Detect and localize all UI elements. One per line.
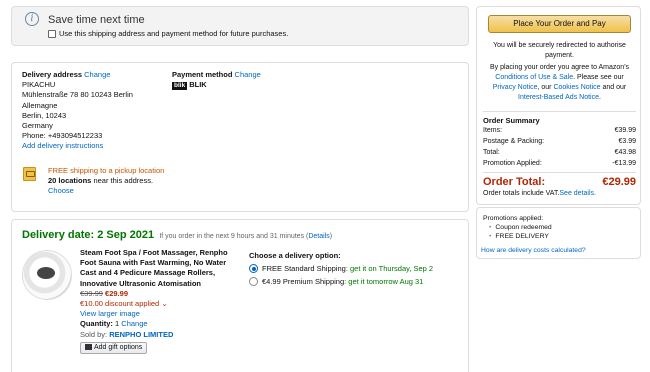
view-larger-image-link[interactable]: View larger image bbox=[80, 309, 140, 318]
add-delivery-instructions-link[interactable]: Add delivery instructions bbox=[22, 141, 103, 150]
payment-method-label: Payment method bbox=[172, 70, 233, 79]
standard-shipping-radio[interactable] bbox=[249, 264, 258, 273]
delivery-details-link[interactable]: Details bbox=[308, 233, 329, 240]
summary-row-items: Items: €39.99 bbox=[483, 127, 636, 134]
legal-note: By placing your order you agree to Amazo… bbox=[483, 63, 636, 103]
privacy-notice-link[interactable]: Privacy Notice bbox=[493, 84, 538, 91]
delivery-note-text: If you order in the next 9 hours and 31 … bbox=[159, 233, 309, 240]
interest-based-ads-link[interactable]: Interest-Based Ads Notice bbox=[518, 94, 599, 101]
address-line-country: Germany bbox=[22, 121, 53, 131]
legal-mid3: and our bbox=[602, 84, 627, 91]
order-total-value: €29.99 bbox=[602, 176, 636, 188]
legal-mid1: . Please see our bbox=[573, 74, 624, 81]
payment-method-section: Payment method Change blik BLIK bbox=[172, 70, 261, 91]
shipping-option-standard[interactable]: FREE Standard Shipping: get it on Thursd… bbox=[249, 263, 433, 274]
promotions-list: Coupon redeemed FREE DELIVERY bbox=[483, 223, 552, 241]
vat-details-link[interactable]: See details. bbox=[559, 190, 596, 197]
delivery-address-label: Delivery address bbox=[22, 70, 83, 79]
quantity-value: 1 bbox=[115, 319, 120, 329]
info-icon: i bbox=[25, 12, 39, 26]
change-quantity-link[interactable]: Change bbox=[121, 319, 147, 328]
delivery-note: If you order in the next 9 hours and 31 … bbox=[159, 233, 332, 240]
summary-row-total: Total: €43.98 bbox=[483, 149, 636, 156]
summary-value: -€13.99 bbox=[612, 160, 636, 167]
summary-label: Promotion Applied: bbox=[483, 160, 542, 167]
shipping-options: Choose a delivery option: FREE Standard … bbox=[249, 250, 433, 287]
address-payment-box: Delivery address Change PIKACHU Mühlenst… bbox=[11, 62, 469, 212]
cookies-notice-link[interactable]: Cookies Notice bbox=[553, 84, 600, 91]
summary-row-promotion: Promotion Applied: -€13.99 bbox=[483, 160, 636, 167]
summary-value: €39.99 bbox=[614, 127, 636, 134]
seller-name[interactable]: RENPHO LIMITED bbox=[109, 330, 173, 339]
product-image[interactable] bbox=[22, 250, 72, 300]
product-details: Steam Foot Spa / Foot Massager, Renpho F… bbox=[80, 248, 240, 354]
address-line-phone: Phone: +493094512233 bbox=[22, 131, 103, 141]
order-summary-box: Place Your Order and Pay You will be sec… bbox=[476, 6, 641, 205]
divider bbox=[483, 111, 636, 112]
save-title: Save time next time bbox=[48, 14, 145, 26]
summary-label: Postage & Packing: bbox=[483, 138, 545, 145]
place-order-button[interactable]: Place Your Order and Pay bbox=[488, 15, 631, 33]
delivery-box: Delivery date: 2 Sep 2021 If you order i… bbox=[11, 219, 469, 372]
address-line-city: Berlin, 10243 bbox=[22, 110, 67, 120]
change-payment-link[interactable]: Change bbox=[235, 70, 261, 79]
summary-value: €3.99 bbox=[618, 138, 636, 145]
product-title: Steam Foot Spa / Foot Massager, Renpho F… bbox=[80, 248, 228, 288]
delivery-costs-link[interactable]: How are delivery costs calculated? bbox=[481, 247, 586, 254]
standard-shipping-eta: : get it on Thursday, Sep 2 bbox=[345, 264, 434, 273]
standard-shipping-label: FREE Standard Shipping bbox=[262, 264, 346, 273]
gift-button-label: Add gift options bbox=[94, 343, 143, 351]
promotion-item: FREE DELIVERY bbox=[489, 232, 552, 241]
product-price: €29.99 bbox=[105, 288, 128, 298]
payment-method-name: BLIK bbox=[189, 80, 207, 90]
premium-shipping-label: €4.99 Premium Shipping bbox=[262, 277, 345, 286]
gift-icon bbox=[85, 343, 92, 350]
delivery-date: Delivery date: 2 Sep 2021 bbox=[22, 229, 155, 241]
shipping-options-heading: Choose a delivery option: bbox=[249, 251, 341, 260]
address-line-name: PIKACHU bbox=[22, 80, 56, 90]
premium-shipping-eta: : get it tomorrow Aug 31 bbox=[344, 277, 424, 286]
delivery-header: Delivery date: 2 Sep 2021 If you order i… bbox=[22, 229, 332, 241]
blik-logo: blik bbox=[172, 82, 188, 91]
choose-pickup-link[interactable]: Choose bbox=[48, 186, 74, 195]
delivery-note-end: ) bbox=[329, 233, 333, 240]
summary-label: Items: bbox=[483, 127, 503, 134]
change-address-link[interactable]: Change bbox=[84, 70, 110, 79]
discount-applied[interactable]: €10.00 discount applied ⌄ bbox=[80, 299, 240, 309]
summary-value: €43.98 bbox=[614, 149, 636, 156]
legal-mid2: , our bbox=[537, 84, 552, 91]
promotions-title: Promotions applied: bbox=[483, 215, 544, 222]
pickup-location-icon bbox=[23, 167, 36, 181]
legal-prefix: By placing your order you agree to Amazo… bbox=[489, 64, 630, 71]
promotion-item: Coupon redeemed bbox=[489, 223, 551, 232]
order-total-label: Order Total: bbox=[483, 176, 546, 188]
conditions-of-use-link[interactable]: Conditions of Use & Sale bbox=[495, 74, 573, 81]
premium-shipping-radio[interactable] bbox=[249, 277, 258, 286]
order-summary-title: Order Summary bbox=[483, 116, 540, 125]
summary-label: Total: bbox=[483, 149, 500, 156]
address-line-street: Mühlenstraße 78 80 10243 Berlin bbox=[22, 90, 133, 100]
order-total: Order Total: €29.99 bbox=[483, 176, 636, 188]
sold-by-label: Sold by: bbox=[80, 329, 108, 339]
delivery-address-section: Delivery address Change PIKACHU Mühlenst… bbox=[22, 70, 133, 152]
pickup-offer-text: FREE shipping to a pickup location bbox=[48, 166, 165, 175]
pickup-offer: FREE shipping to a pickup location 20 lo… bbox=[48, 166, 188, 197]
vat-note-text: Order totals include VAT. bbox=[483, 190, 560, 197]
quantity-label: Quantity: bbox=[80, 319, 113, 329]
save-checkbox-label[interactable]: Use this shipping address and payment me… bbox=[59, 29, 288, 38]
redirect-note: You will be securely redirected to autho… bbox=[493, 42, 626, 59]
promotions-section: Promotions applied: Coupon redeemed FREE… bbox=[483, 214, 552, 241]
divider bbox=[483, 172, 636, 173]
add-gift-options-button[interactable]: Add gift options bbox=[80, 341, 148, 354]
summary-row-postage: Postage & Packing: €3.99 bbox=[483, 138, 636, 145]
vat-note: Order totals include VAT.See details. bbox=[483, 190, 596, 197]
pickup-locations-count: 20 locations bbox=[48, 176, 92, 186]
pickup-suffix: near this address. bbox=[91, 176, 154, 186]
product-old-price: €39.99 bbox=[80, 288, 103, 298]
save-info-box: i Save time next time Use this shipping … bbox=[11, 6, 469, 46]
shipping-option-premium[interactable]: €4.99 Premium Shipping: get it tomorrow … bbox=[249, 276, 433, 287]
legal-end: . bbox=[598, 94, 601, 101]
save-checkbox[interactable] bbox=[48, 30, 56, 38]
address-line-country-local: Allemagne bbox=[22, 100, 58, 110]
